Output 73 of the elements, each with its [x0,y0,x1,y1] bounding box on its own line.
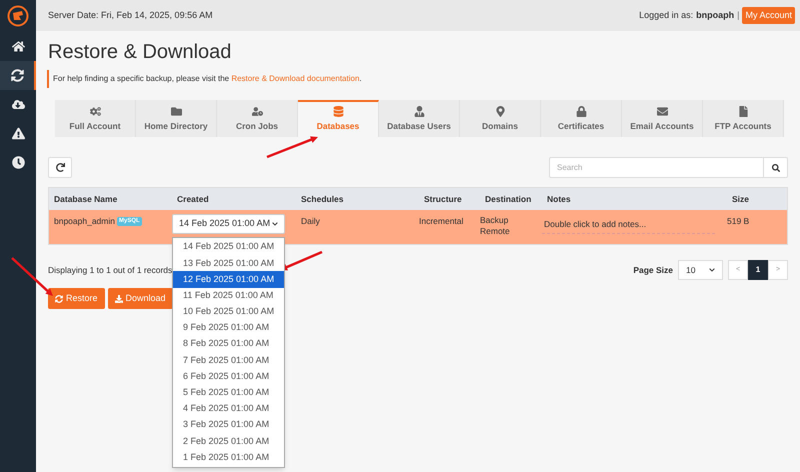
dropdown-option[interactable]: 11 Feb 2025 01:00 AM [173,288,284,304]
page-size-select[interactable]: 10 [678,260,723,280]
column-header: Schedules [300,192,345,206]
sync-icon [10,69,24,82]
database-name: bnpoaph_admin [54,215,115,228]
folder-icon [170,106,182,118]
server-date: Server Date: Fri, Feb 14, 2025, 09:56 AM [48,8,213,22]
chevron-icon [709,267,715,273]
destination-text: Remote [480,226,511,237]
column-header: Created [176,192,210,206]
column-header: Notes [546,192,572,206]
tab[interactable]: FTP Accounts [703,100,784,137]
logged-in-label: Logged in as: [639,8,694,22]
tab[interactable]: Certificates [541,100,622,137]
dropdown-option[interactable]: 7 Feb 2025 01:00 AM [173,352,284,368]
lock-icon [576,106,586,118]
warning-icon [12,127,24,140]
dropdown-option[interactable]: 4 Feb 2025 01:00 AM [173,400,284,418]
chevron-icon [272,221,278,227]
page-button[interactable]: 1 [748,260,768,280]
table-cell-text: Incremental [419,215,464,228]
cloud-download-icon [12,98,24,111]
logo-icon [7,5,29,27]
envelope-icon [656,106,668,118]
gears-icon [90,106,100,118]
table-cell-text: Daily [300,215,321,228]
separator: | [737,8,740,22]
username: bnpoaph [696,8,734,22]
tab[interactable]: Home Directory [136,100,217,137]
user-icon [414,106,424,118]
column-header: Structure [423,192,463,206]
column-header: Size [731,192,750,206]
dropdown-option[interactable]: 9 Feb 2025 01:00 AM [173,320,284,336]
column-header: Database Name [53,192,118,206]
dropdown-option[interactable]: 3 Feb 2025 01:00 AM [173,417,284,434]
map-pin-icon [494,106,506,118]
dropdown-option[interactable]: 2 Feb 2025 01:00 AM [173,433,284,450]
records-count: Displaying 1 to 1 out of 1 records [48,264,172,276]
annotation-arrow [266,136,318,158]
home-icon [12,40,24,53]
page-title: Restore & Download [48,40,232,64]
refresh-button[interactable] [48,157,72,178]
page-size-label: Page Size [633,264,673,276]
tab[interactable]: Database Users [379,100,460,137]
notes-field[interactable]: Double click to add notes... [542,218,715,234]
dropdown-option[interactable]: 13 Feb 2025 01:00 AM [173,255,284,272]
sidebar-item[interactable] [0,61,36,90]
help-text: For help finding a specific backup, please visit the Restore & Download documentation. [47,70,788,88]
search-icon [772,164,780,172]
file-icon [738,106,748,118]
sync-icon [55,294,63,302]
tab[interactable]: Email Accounts [622,100,703,137]
tab[interactable]: Full Account [55,100,136,137]
dropdown-option[interactable]: 5 Feb 2025 01:00 AM [173,384,284,401]
database-icon [332,106,344,118]
dropdown-option[interactable]: 6 Feb 2025 01:00 AM [173,368,284,385]
clock-icon [12,156,24,169]
user-clock-icon [252,106,262,118]
dropdown-option[interactable]: 12 Feb 2025 01:00 AM [173,271,284,288]
column-header: Destination [484,192,532,206]
created-select[interactable]: 14 Feb 2025 01:00 AM [172,214,285,234]
table-cell-text: 519 B [727,215,750,228]
dropdown-option[interactable]: 8 Feb 2025 01:00 AM [173,336,284,352]
refresh-icon [56,163,64,172]
destination-text: Backup [480,215,510,226]
download-icon [114,294,123,302]
search-button[interactable] [764,157,788,178]
dropdown-option[interactable]: 1 Feb 2025 01:00 AM [173,449,284,466]
dropdown-option[interactable]: 14 Feb 2025 01:00 AM [173,239,284,256]
tab[interactable]: Domains [460,100,541,137]
tab[interactable]: Cron Jobs [217,100,298,137]
search-field[interactable]: Search [549,157,764,178]
dropdown-option[interactable]: 10 Feb 2025 01:00 AM [173,304,284,320]
